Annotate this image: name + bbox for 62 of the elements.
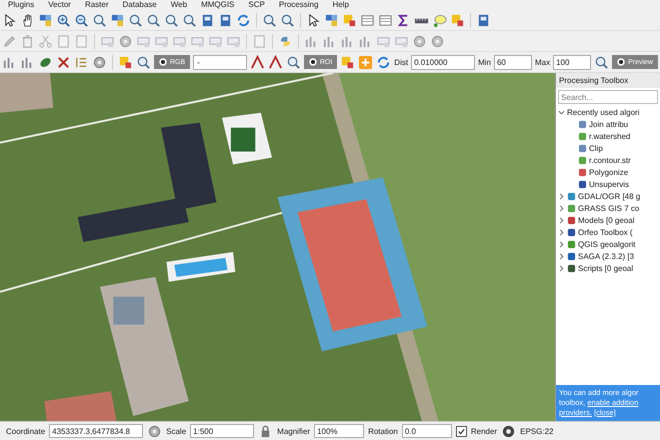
magnifier-label: Magnifier: [277, 426, 310, 436]
dist-label: Dist: [394, 58, 408, 66]
tree-item[interactable]: SAGA (2.3.2) [3: [556, 250, 660, 262]
layers-icon[interactable]: [110, 12, 125, 28]
chevron-right-icon[interactable]: [558, 228, 565, 236]
radio-icon[interactable]: [308, 58, 317, 66]
tree-item[interactable]: Models [0 geoal: [556, 214, 660, 226]
menu-item[interactable]: Web: [170, 0, 188, 10]
chevron-right-icon[interactable]: [558, 192, 565, 200]
layers-icon[interactable]: [324, 12, 339, 28]
radio-icon[interactable]: [617, 58, 626, 66]
min-label: Min: [478, 58, 491, 66]
crs-label[interactable]: EPSG:22: [520, 426, 554, 436]
layers-icon[interactable]: [38, 12, 53, 28]
rotation-field[interactable]: 0.0: [402, 424, 452, 438]
tree-item[interactable]: r.watershed: [556, 130, 660, 142]
balloon-icon[interactable]: [432, 12, 447, 28]
square-icon[interactable]: [340, 54, 356, 70]
tree-item[interactable]: Join attribu: [556, 118, 660, 130]
max-field[interactable]: 100: [553, 54, 592, 70]
tree-item[interactable]: GRASS GIS 7 co: [556, 202, 660, 214]
square-icon[interactable]: [118, 54, 133, 70]
tree-item[interactable]: Clip: [556, 142, 660, 154]
menu-item[interactable]: Raster: [84, 0, 108, 10]
menu-item[interactable]: SCP: [248, 0, 265, 10]
tree-item[interactable]: Unsupervis: [556, 178, 660, 190]
min-field[interactable]: 60: [494, 54, 532, 70]
coordinate-field[interactable]: 4353337.3,6477834.8: [49, 424, 144, 438]
rotation-label: Rotation: [368, 426, 398, 436]
menu-item[interactable]: Database: [122, 0, 157, 10]
chevron-right-icon[interactable]: [558, 240, 565, 248]
menu-item[interactable]: Plugins: [8, 0, 34, 10]
menu-item[interactable]: Processing: [278, 0, 318, 10]
coordinate-label: Coordinate: [6, 426, 46, 436]
tree-item[interactable]: Recently used algori: [556, 106, 660, 118]
radio-icon[interactable]: [159, 58, 167, 66]
chevron-down-icon[interactable]: [558, 108, 565, 116]
render-label: Render: [470, 426, 498, 436]
chevron-right-icon[interactable]: [558, 216, 565, 224]
scale-dropdown[interactable]: 1:500: [190, 424, 254, 438]
chevron-right-icon[interactable]: [558, 204, 565, 212]
tree-item[interactable]: Polygonize: [556, 166, 660, 178]
menu-item[interactable]: Help: [332, 0, 349, 10]
chevron-right-icon[interactable]: [558, 264, 565, 272]
chevron-right-icon[interactable]: [558, 252, 565, 260]
band-set-dropdown[interactable]: -: [193, 54, 247, 70]
square-icon[interactable]: [450, 12, 465, 28]
tree-item[interactable]: Scripts [0 geoal: [556, 262, 660, 274]
tree-item[interactable]: QGIS geoalgorit: [556, 238, 660, 250]
tree-item[interactable]: Orfeo Toolbox (: [556, 226, 660, 238]
menu-item[interactable]: Vector: [48, 0, 71, 10]
tree-item[interactable]: r.contour.str: [556, 154, 660, 166]
max-label: Max: [534, 58, 550, 66]
scale-label: Scale: [166, 426, 186, 436]
dist-field[interactable]: 0.010000: [411, 54, 476, 70]
menu-item[interactable]: MMQGIS: [201, 0, 234, 10]
render-checkbox[interactable]: [456, 426, 467, 436]
magnifier-field[interactable]: 100%: [314, 424, 364, 438]
panel-title: Processing Toolbox: [556, 73, 660, 88]
square-icon[interactable]: [342, 12, 357, 28]
tree-item[interactable]: GDAL/OGR [48 g: [556, 190, 660, 202]
search-field[interactable]: Search...: [558, 90, 658, 104]
